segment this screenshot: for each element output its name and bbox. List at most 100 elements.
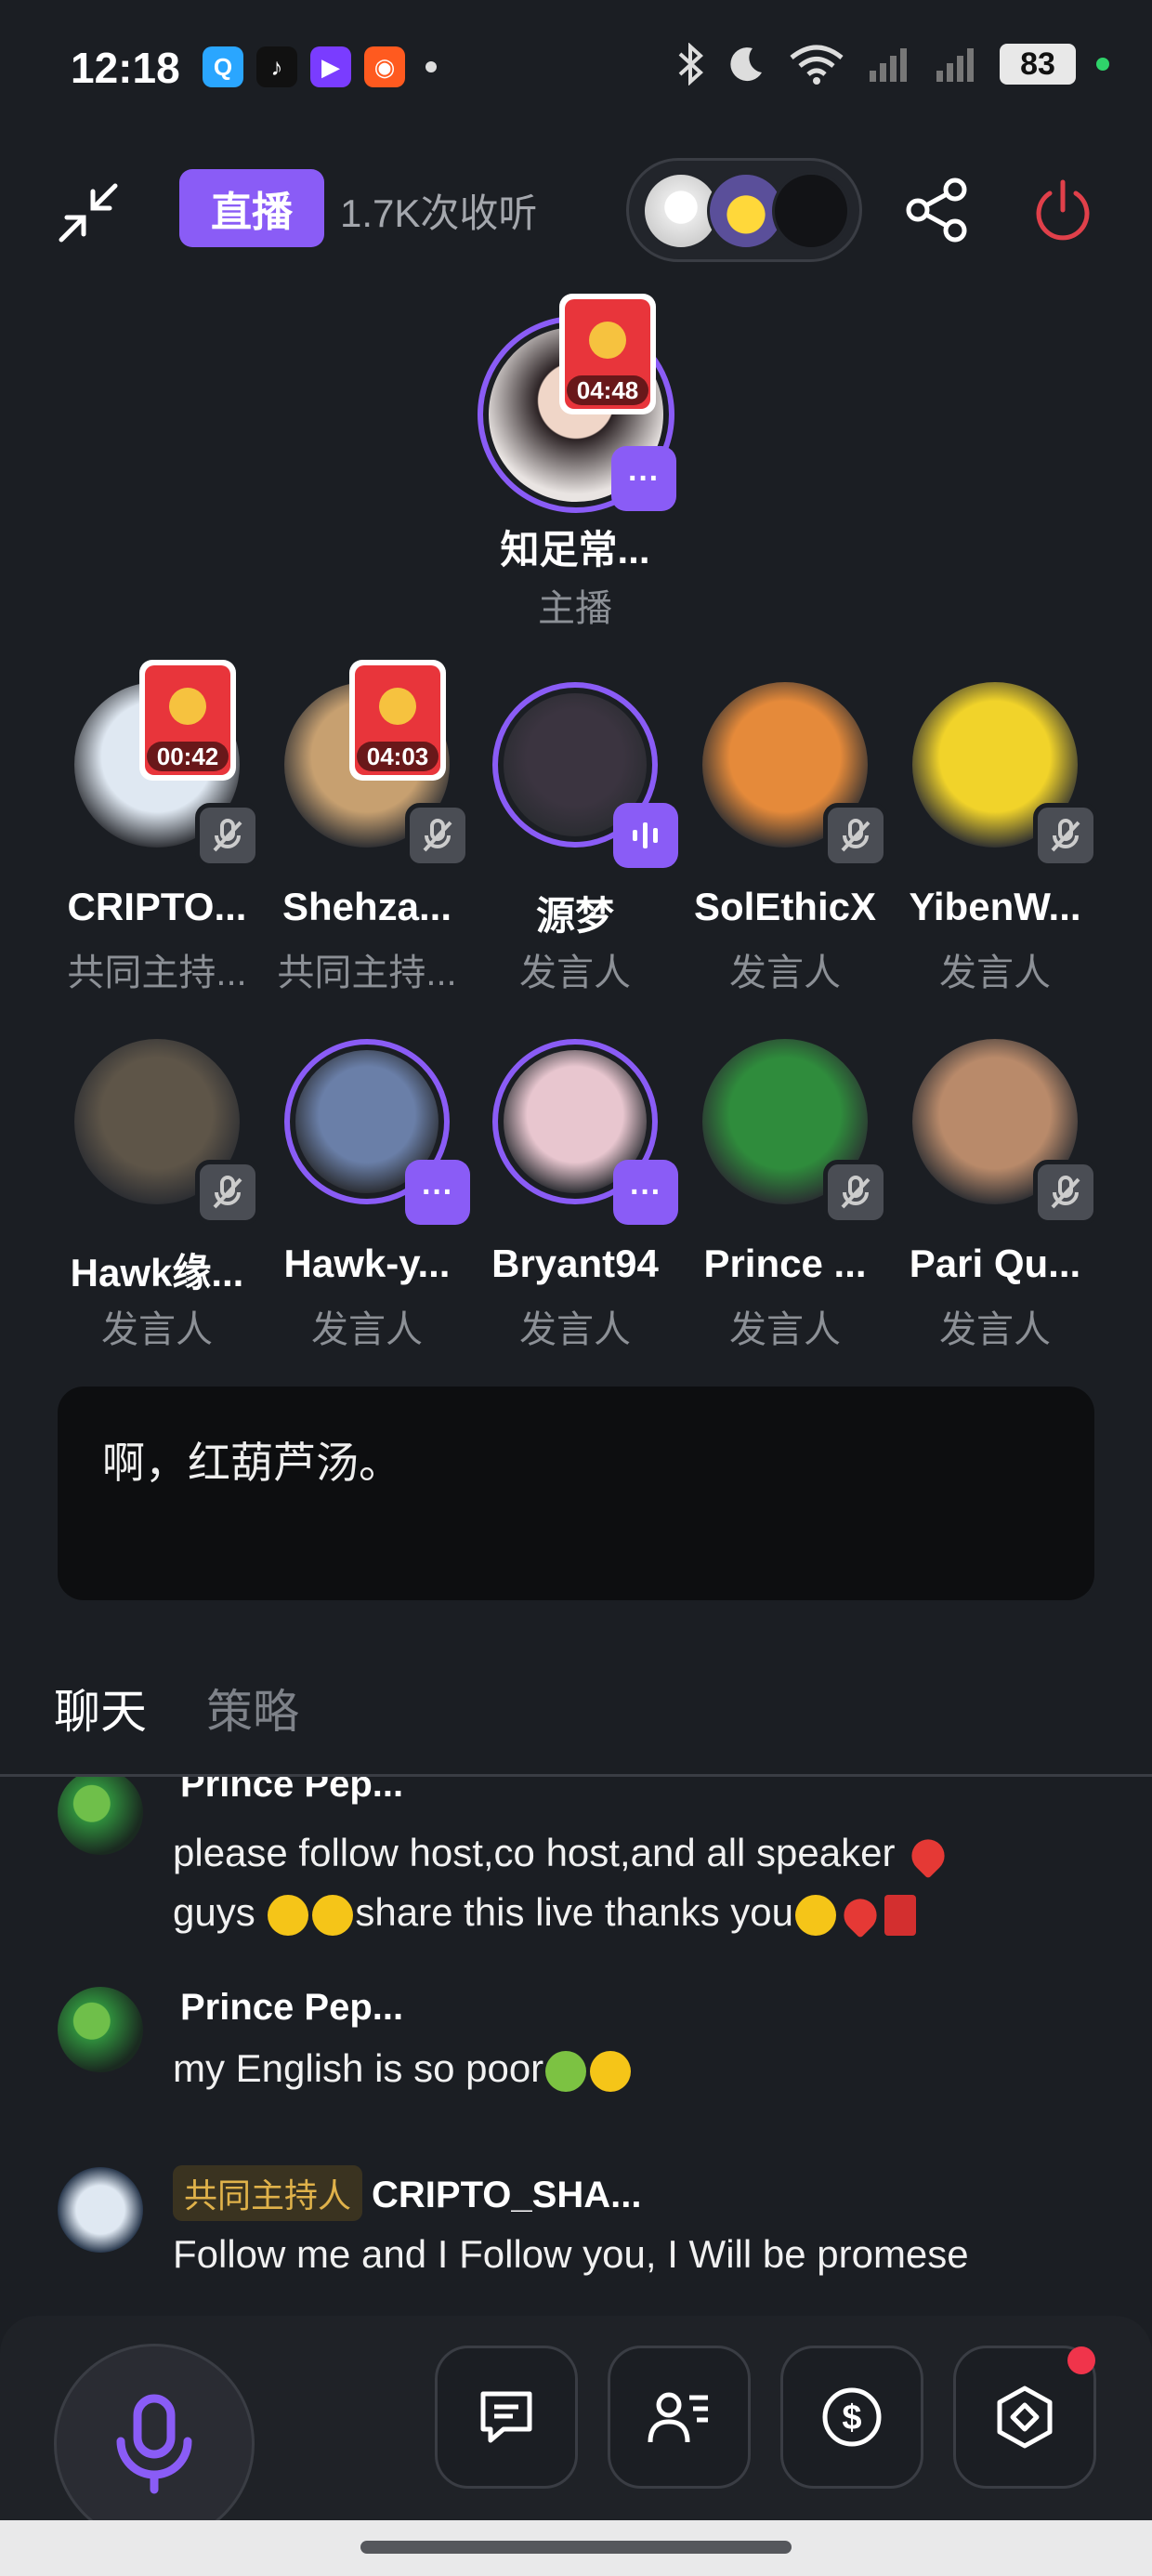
frog-emoji <box>545 2050 587 2092</box>
red-packet-icon[interactable]: 04:03 <box>349 660 446 781</box>
party-face-emoji <box>268 1894 309 1936</box>
speaking-waveform-icon <box>613 803 678 868</box>
listeners-avatar-stack[interactable] <box>626 158 862 262</box>
minimize-icon[interactable] <box>54 178 123 247</box>
cohost-tag: 共同主持人 <box>173 2165 363 2221</box>
microphone-icon <box>116 2394 192 2494</box>
more-options-icon[interactable]: ··· <box>613 1160 678 1225</box>
speaker-role: 共同主持... <box>67 953 247 993</box>
speaker-role: 发言人 <box>939 953 1051 993</box>
heart-emoji <box>905 1833 952 1879</box>
notification-dot <box>1067 2346 1095 2374</box>
live-badge: 直播 <box>179 169 324 247</box>
speaker-role: 发言人 <box>939 1309 1051 1350</box>
chat-avatar[interactable] <box>58 1987 143 2072</box>
wifi-icon <box>790 45 844 85</box>
speaker-role: 发言人 <box>519 953 631 993</box>
participants-button[interactable] <box>608 2346 751 2489</box>
speaker-role: 发言人 <box>101 1309 213 1350</box>
battery-level: 83 <box>1000 44 1076 85</box>
chat-avatar[interactable] <box>58 2167 143 2253</box>
tiktok-icon: ♪ <box>256 46 297 87</box>
chat-text: Follow me and I Follow you, I Will be pr… <box>173 2225 1111 2284</box>
chat-text-line2: guys <box>173 1890 255 1934</box>
chat-text: please follow host,co host,and all speak… <box>173 1823 1111 1942</box>
speaker-role: 发言人 <box>729 953 841 993</box>
mic-muted-icon <box>1033 803 1098 868</box>
speaker-name: Hawk缘... <box>70 1251 244 1295</box>
party-face-emoji <box>794 1894 836 1936</box>
speaker-name: Bryant94 <box>491 1242 659 1285</box>
bluetooth-icon <box>678 43 703 85</box>
privacy-indicator-dot <box>1096 58 1109 71</box>
chat-text-line1: please follow host,co host,and all speak… <box>173 1831 896 1874</box>
speaker-role: 发言人 <box>311 1309 423 1350</box>
chat-bubble-icon <box>480 2391 532 2443</box>
chat-sender-name[interactable]: Prince Pep... <box>180 1987 403 2029</box>
microphone-button[interactable] <box>54 2344 255 2544</box>
speaker-role: 发言人 <box>729 1309 841 1350</box>
speaker-name: Shehza... <box>281 885 452 928</box>
speaker-name: Hawk-y... <box>283 1242 451 1285</box>
system-nav-bar <box>0 2520 1152 2576</box>
host-name: 知足常... <box>500 528 650 572</box>
more-options-icon[interactable]: ··· <box>611 446 676 511</box>
tab-chat[interactable]: 聊天 <box>54 1675 147 1741</box>
red-packet-icon[interactable]: 00:42 <box>139 660 236 781</box>
red-packet-icon[interactable]: 04:48 <box>559 294 656 414</box>
more-options-icon[interactable]: ··· <box>405 1160 470 1225</box>
chat-list[interactable]: Prince Pep... please follow host,co host… <box>0 1777 1152 2316</box>
share-icon[interactable] <box>901 175 972 245</box>
tab-strategy[interactable]: 策略 <box>206 1675 299 1741</box>
do-not-disturb-moon-icon <box>730 47 762 82</box>
qq-icon: Q <box>203 46 243 87</box>
red-packet-timer: 00:42 <box>147 742 229 771</box>
tab-bar: 聊天 策略 <box>0 1663 1152 1777</box>
mic-muted-icon <box>405 803 470 868</box>
chat-sender-name[interactable]: Prince Pep... <box>180 1777 403 1806</box>
speaker-name: SolEthicX <box>693 885 877 928</box>
red-packet-timer: 04:48 <box>567 375 648 405</box>
dollar-coin-icon: $ <box>822 2387 882 2447</box>
chat-sender-name[interactable]: 共同主持人 CRIPTO_SHA... <box>173 2165 641 2221</box>
mic-muted-icon <box>823 803 888 868</box>
chat-sender-name-text: CRIPTO_SHA... <box>372 2175 642 2215</box>
heart-emoji <box>837 1892 884 1939</box>
host-role: 主播 <box>538 588 612 629</box>
listen-count: 1.7K次收听 <box>340 191 538 235</box>
announcement-box: 啊，红葫芦汤。 <box>58 1387 1094 1600</box>
speaker-name: Pari Qu... <box>909 1242 1081 1285</box>
user-list-icon <box>648 2392 708 2443</box>
speaker-role: 发言人 <box>519 1309 631 1350</box>
sweat-smile-emoji <box>590 2050 632 2092</box>
chat-text: my English is so poor <box>173 2039 1111 2098</box>
chat-text-line1: Follow me and I Follow you, I Will be pr… <box>173 2232 969 2276</box>
hexagon-diamond-icon <box>997 2385 1053 2449</box>
signal-sim2-icon <box>936 48 974 82</box>
home-gesture-handle[interactable] <box>360 2541 792 2554</box>
speaker-name: 源梦 <box>535 894 614 938</box>
status-bar: 12:18 Q ♪ ▶ ◉ 83 <box>0 0 1152 139</box>
mic-muted-icon <box>1033 1160 1098 1225</box>
chat-message-button[interactable] <box>435 2346 578 2489</box>
svg-text:$: $ <box>842 2399 861 2438</box>
more-features-button[interactable] <box>953 2346 1096 2489</box>
bottom-action-bar: $ <box>0 2316 1152 2544</box>
tip-button[interactable]: $ <box>780 2346 923 2489</box>
status-time: 12:18 <box>71 44 180 92</box>
red-packet-timer: 04:03 <box>357 742 439 771</box>
speaker-name: CRIPTO... <box>67 885 247 928</box>
mic-muted-icon <box>823 1160 888 1225</box>
chat-text-line1: my English is so poor <box>173 2046 544 2090</box>
leave-power-icon[interactable] <box>1028 175 1098 245</box>
signal-sim1-icon <box>870 48 907 82</box>
speaker-name: Prince ... <box>703 1242 867 1285</box>
live-header: 直播 1.7K次收听 <box>0 158 1152 262</box>
status-app-icons: Q ♪ ▶ ◉ <box>203 46 437 87</box>
status-indicators: 83 <box>676 43 1109 85</box>
announcement-text: 啊，红葫芦汤。 <box>102 1439 401 1487</box>
chat-avatar[interactable] <box>58 1777 143 1855</box>
speaker-name: YibenW... <box>909 885 1081 928</box>
red-envelope-emoji <box>884 1894 916 1936</box>
mic-muted-icon <box>195 1160 260 1225</box>
